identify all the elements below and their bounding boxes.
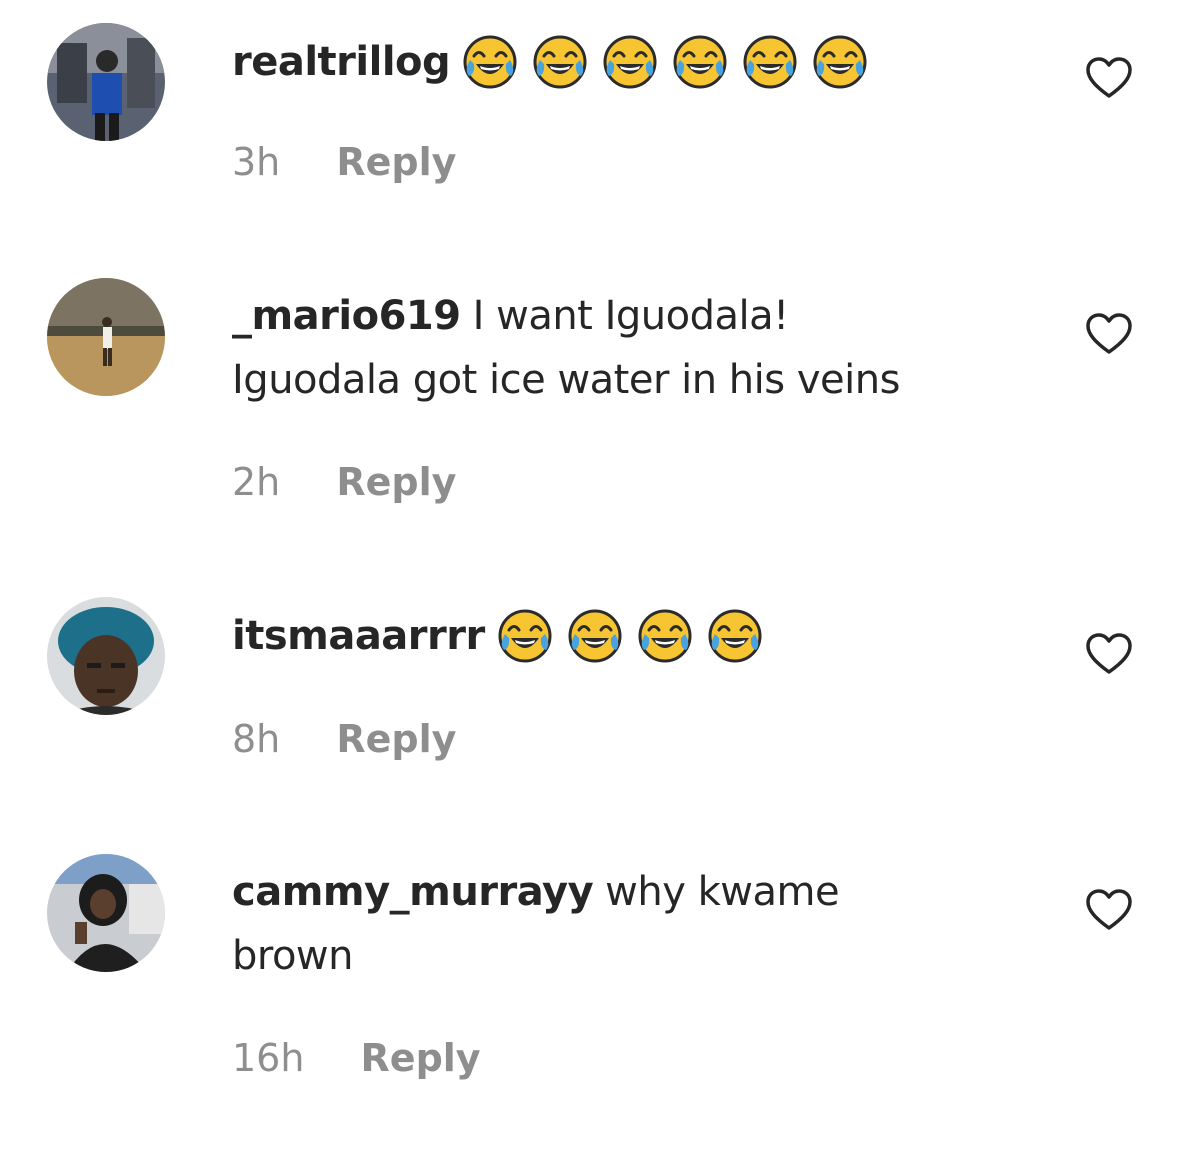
comment-timestamp[interactable]: 3h — [232, 140, 280, 184]
reply-button[interactable]: Reply — [336, 717, 456, 761]
comment-body: itsmaaarrrr — [232, 604, 1032, 668]
face-with-tears-of-joy-icon — [532, 34, 588, 90]
comment-meta: 16h Reply — [232, 1036, 481, 1080]
face-with-tears-of-joy-icon — [812, 34, 868, 90]
face-with-tears-of-joy-icon — [637, 608, 693, 664]
face-with-tears-of-joy-icon — [497, 608, 553, 664]
avatar[interactable] — [47, 278, 165, 396]
face-with-tears-of-joy-icon — [672, 34, 728, 90]
heart-outline-icon[interactable] — [1085, 888, 1133, 932]
comment-meta: 2h Reply — [232, 460, 456, 504]
avatar[interactable] — [47, 597, 165, 715]
reply-button[interactable]: Reply — [361, 1036, 481, 1080]
reply-button[interactable]: Reply — [336, 460, 456, 504]
comment-body: realtrillog — [232, 30, 1032, 94]
face-with-tears-of-joy-icon — [742, 34, 798, 90]
face-with-tears-of-joy-icon — [462, 34, 518, 90]
comment-body: cammy_murrayy why kwame brown — [232, 860, 1032, 988]
face-with-tears-of-joy-icon — [707, 608, 763, 664]
reply-button[interactable]: Reply — [336, 140, 456, 184]
heart-outline-icon[interactable] — [1085, 56, 1133, 100]
comment-line: cammy_murrayy why kwame — [232, 860, 1032, 924]
emoji-row — [462, 28, 882, 92]
comment-timestamp[interactable]: 8h — [232, 717, 280, 761]
comment-body: _mario619 I want Iguodala! Iguodala got i… — [232, 284, 1032, 412]
emoji-row — [497, 602, 777, 666]
heart-outline-icon[interactable] — [1085, 632, 1133, 676]
comment-text-continued: Iguodala got ice water in his veins — [232, 357, 900, 403]
avatar[interactable] — [47, 23, 165, 141]
comment-text: why kwame — [605, 869, 840, 915]
comment-meta: 3h Reply — [232, 140, 456, 184]
comment-username[interactable]: itsmaaarrrr — [232, 613, 485, 659]
comment-timestamp[interactable]: 16h — [232, 1036, 304, 1080]
comment-username[interactable]: realtrillog — [232, 39, 451, 85]
comment-line: _mario619 I want Iguodala! — [232, 284, 1032, 348]
comment-text: I want Iguodala! — [472, 293, 790, 339]
comment-meta: 8h Reply — [232, 717, 456, 761]
avatar[interactable] — [47, 854, 165, 972]
comment-username[interactable]: _mario619 — [232, 293, 461, 339]
comment-text-continued: brown — [232, 933, 354, 979]
comment-username[interactable]: cammy_murrayy — [232, 869, 594, 915]
face-with-tears-of-joy-icon — [567, 608, 623, 664]
heart-outline-icon[interactable] — [1085, 312, 1133, 356]
face-with-tears-of-joy-icon — [602, 34, 658, 90]
comment-timestamp[interactable]: 2h — [232, 460, 280, 504]
